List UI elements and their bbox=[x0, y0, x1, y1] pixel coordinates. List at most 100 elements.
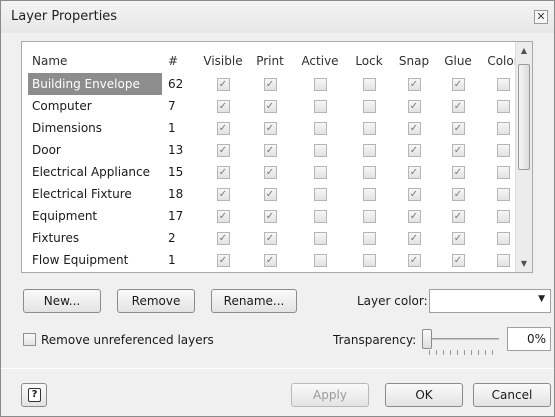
color-checkbox[interactable] bbox=[496, 121, 510, 135]
layer-name[interactable]: Flow Equipment bbox=[28, 249, 162, 271]
visible-checkbox[interactable]: ✓ bbox=[216, 165, 230, 179]
apply-button[interactable]: Apply bbox=[291, 383, 369, 407]
layer-color-select[interactable]: ▼ bbox=[429, 289, 551, 313]
lock-checkbox[interactable] bbox=[362, 143, 376, 157]
visible-checkbox[interactable]: ✓ bbox=[216, 143, 230, 157]
table-row[interactable]: Fixtures 2 ✓ ✓ ✓ ✓ bbox=[22, 227, 532, 249]
color-checkbox[interactable] bbox=[496, 187, 510, 201]
visible-checkbox[interactable]: ✓ bbox=[216, 187, 230, 201]
layer-name[interactable]: Door bbox=[28, 139, 162, 161]
snap-checkbox[interactable]: ✓ bbox=[407, 187, 421, 201]
glue-checkbox[interactable]: ✓ bbox=[451, 77, 465, 91]
table-row[interactable]: Flow Equipment 1 ✓ ✓ ✓ ✓ bbox=[22, 249, 532, 271]
table-row[interactable]: Electrical Fixture 18 ✓ ✓ ✓ ✓ bbox=[22, 183, 532, 205]
color-checkbox[interactable] bbox=[496, 143, 510, 157]
layer-name[interactable]: Fixtures bbox=[28, 227, 162, 249]
lock-checkbox[interactable] bbox=[362, 253, 376, 267]
glue-checkbox[interactable]: ✓ bbox=[451, 231, 465, 245]
layer-name[interactable]: Equipment bbox=[28, 205, 162, 227]
lock-checkbox[interactable] bbox=[362, 99, 376, 113]
snap-checkbox[interactable]: ✓ bbox=[407, 99, 421, 113]
scroll-up-icon[interactable]: ▲ bbox=[516, 42, 532, 59]
column-header-print[interactable]: Print bbox=[248, 49, 292, 73]
active-checkbox[interactable] bbox=[313, 77, 327, 91]
layer-name[interactable]: Electrical Fixture bbox=[28, 183, 162, 205]
active-checkbox[interactable] bbox=[313, 121, 327, 135]
snap-checkbox[interactable]: ✓ bbox=[407, 253, 421, 267]
visible-checkbox[interactable]: ✓ bbox=[216, 209, 230, 223]
visible-checkbox[interactable]: ✓ bbox=[216, 231, 230, 245]
new-layer-button[interactable]: New... bbox=[23, 289, 101, 313]
scroll-down-icon[interactable]: ▼ bbox=[516, 255, 532, 272]
color-checkbox[interactable] bbox=[496, 253, 510, 267]
column-header-count[interactable]: # bbox=[168, 49, 198, 73]
print-checkbox[interactable]: ✓ bbox=[263, 99, 277, 113]
glue-checkbox[interactable]: ✓ bbox=[451, 253, 465, 267]
table-row[interactable]: Computer 7 ✓ ✓ ✓ ✓ bbox=[22, 95, 532, 117]
table-row[interactable]: Equipment 17 ✓ ✓ ✓ ✓ bbox=[22, 205, 532, 227]
close-button[interactable]: ✕ bbox=[534, 10, 548, 24]
layer-name[interactable]: Flow Terminal bbox=[28, 271, 162, 272]
visible-checkbox[interactable]: ✓ bbox=[216, 99, 230, 113]
help-button[interactable]: ? bbox=[21, 383, 47, 407]
lock-checkbox[interactable] bbox=[362, 77, 376, 91]
column-header-glue[interactable]: Glue bbox=[438, 49, 478, 73]
color-checkbox[interactable] bbox=[496, 231, 510, 245]
print-checkbox[interactable]: ✓ bbox=[263, 209, 277, 223]
column-header-snap[interactable]: Snap bbox=[392, 49, 436, 73]
color-checkbox[interactable] bbox=[496, 209, 510, 223]
layer-name[interactable]: Building Envelope bbox=[28, 73, 162, 95]
active-checkbox[interactable] bbox=[313, 187, 327, 201]
rename-layer-button[interactable]: Rename... bbox=[211, 289, 297, 313]
column-header-active[interactable]: Active bbox=[294, 49, 346, 73]
snap-checkbox[interactable]: ✓ bbox=[407, 209, 421, 223]
cancel-button[interactable]: Cancel bbox=[473, 383, 551, 407]
column-header-visible[interactable]: Visible bbox=[200, 49, 246, 73]
lock-checkbox[interactable] bbox=[362, 209, 376, 223]
print-checkbox[interactable]: ✓ bbox=[263, 187, 277, 201]
lock-checkbox[interactable] bbox=[362, 187, 376, 201]
table-row[interactable]: Door 13 ✓ ✓ ✓ ✓ bbox=[22, 139, 532, 161]
table-row[interactable]: Building Envelope 62 ✓ ✓ ✓ ✓ bbox=[22, 73, 532, 95]
glue-checkbox[interactable]: ✓ bbox=[451, 187, 465, 201]
remove-unreferenced-label[interactable]: Remove unreferenced layers bbox=[41, 333, 214, 347]
layer-name[interactable]: Electrical Appliance bbox=[28, 161, 162, 183]
print-checkbox[interactable]: ✓ bbox=[263, 121, 277, 135]
lock-checkbox[interactable] bbox=[362, 121, 376, 135]
table-row[interactable]: Flow Terminal2✓✓✓✓ bbox=[22, 271, 532, 272]
column-header-lock[interactable]: Lock bbox=[348, 49, 390, 73]
visible-checkbox[interactable]: ✓ bbox=[216, 121, 230, 135]
print-checkbox[interactable]: ✓ bbox=[263, 165, 277, 179]
glue-checkbox[interactable]: ✓ bbox=[451, 99, 465, 113]
scrollbar-thumb[interactable] bbox=[518, 64, 530, 170]
lock-checkbox[interactable] bbox=[362, 165, 376, 179]
visible-checkbox[interactable]: ✓ bbox=[216, 77, 230, 91]
layer-name[interactable]: Computer bbox=[28, 95, 162, 117]
color-checkbox[interactable] bbox=[496, 99, 510, 113]
transparency-slider-track[interactable] bbox=[427, 338, 499, 340]
table-row[interactable]: Electrical Appliance 15 ✓ ✓ ✓ ✓ bbox=[22, 161, 532, 183]
active-checkbox[interactable] bbox=[313, 165, 327, 179]
visible-checkbox[interactable]: ✓ bbox=[216, 253, 230, 267]
print-checkbox[interactable]: ✓ bbox=[263, 77, 277, 91]
vertical-scrollbar[interactable]: ▲ ▼ bbox=[515, 42, 532, 272]
color-checkbox[interactable] bbox=[496, 165, 510, 179]
transparency-slider-thumb[interactable] bbox=[422, 329, 432, 349]
print-checkbox[interactable]: ✓ bbox=[263, 143, 277, 157]
ok-button[interactable]: OK bbox=[385, 383, 463, 407]
active-checkbox[interactable] bbox=[313, 99, 327, 113]
snap-checkbox[interactable]: ✓ bbox=[407, 121, 421, 135]
snap-checkbox[interactable]: ✓ bbox=[407, 77, 421, 91]
active-checkbox[interactable] bbox=[313, 143, 327, 157]
active-checkbox[interactable] bbox=[313, 209, 327, 223]
glue-checkbox[interactable]: ✓ bbox=[451, 121, 465, 135]
active-checkbox[interactable] bbox=[313, 253, 327, 267]
print-checkbox[interactable]: ✓ bbox=[263, 231, 277, 245]
snap-checkbox[interactable]: ✓ bbox=[407, 143, 421, 157]
snap-checkbox[interactable]: ✓ bbox=[407, 165, 421, 179]
glue-checkbox[interactable]: ✓ bbox=[451, 209, 465, 223]
table-row[interactable]: Dimensions 1 ✓ ✓ ✓ ✓ bbox=[22, 117, 532, 139]
glue-checkbox[interactable]: ✓ bbox=[451, 165, 465, 179]
remove-layer-button[interactable]: Remove bbox=[117, 289, 195, 313]
snap-checkbox[interactable]: ✓ bbox=[407, 231, 421, 245]
